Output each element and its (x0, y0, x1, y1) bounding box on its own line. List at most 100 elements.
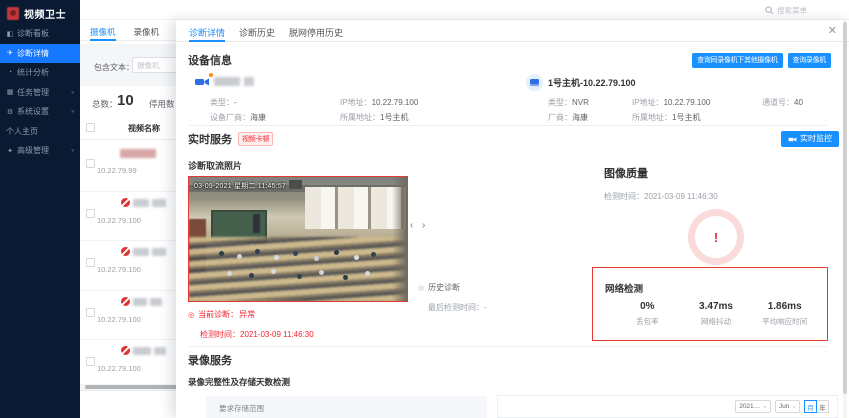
sidebar-nav: ◧ 诊断看板 ✈ 诊断详情 ◔ 统计分析 ▦ 任务管理 ∨ ⚙ 系统设置 ∨ 个… (0, 24, 80, 161)
select-all-checkbox[interactable] (86, 123, 95, 132)
brand-shield-icon (7, 7, 19, 20)
statistics-icon: ◔ (5, 69, 15, 76)
storage-range-label: 要求存储范围 (219, 403, 264, 414)
chevron-down-icon: ∨ (71, 148, 75, 153)
sidebar-item-diagnosis-detail[interactable]: ✈ 诊断详情 (0, 44, 80, 64)
sidebar-item-personal-home[interactable]: 个人主页 (0, 122, 80, 142)
nvr-icon (530, 79, 539, 86)
diagnostic-photo[interactable]: 03-09-2021 星期二 11:45:57 (188, 176, 408, 302)
detail-tabs: 诊断详情 诊断历史 脱网停用历史 (176, 20, 849, 42)
camera-host-field: 所属地址：1号主机 (340, 107, 408, 125)
realtime-service-header: 实时服务 视频卡顿 (188, 131, 273, 147)
realtime-service-title: 实时服务 (188, 131, 232, 147)
camera-ip: 10.22.79.100 (97, 265, 141, 274)
sidebar-item-statistics[interactable]: ◔ 统计分析 (0, 63, 80, 83)
avg-response-stat: 1.86ms 平均响应时间 (750, 301, 819, 327)
storage-range-box: 要求存储范围 (206, 396, 487, 418)
camera-ip: 10.22.79.100 (97, 216, 141, 225)
nvr-channel-field: 通道号：40 (762, 92, 803, 110)
device-action-buttons: 查询同录像机下其他摄像机 查询录像机 (692, 53, 831, 68)
device-info-title: 设备信息 (188, 52, 232, 68)
status-dot-icon: ◎ (418, 284, 424, 292)
alert-badge-dot (209, 73, 213, 77)
prev-photo-arrow[interactable]: ‹ (410, 220, 413, 231)
close-icon[interactable]: ✕ (828, 24, 837, 37)
next-photo-arrow[interactable]: › (422, 220, 425, 231)
photo-art-desks (189, 237, 407, 301)
tab-recorder[interactable]: 录像机 (134, 20, 160, 40)
advanced-icon: ✦ (5, 147, 15, 155)
image-quality-title: 图像质量 (604, 165, 648, 181)
photo-art-right-wall (392, 177, 407, 301)
current-diagnosis-row: ◎ 当前诊断：异常 (188, 309, 255, 320)
nvr-host-field: 所属地址：1号主机 (632, 107, 700, 125)
redacted-name (150, 298, 162, 306)
current-detect-time-row: 检测时间：2021-03-09 11:46:30 (200, 324, 314, 342)
settings-gear-icon: ⚙ (5, 108, 15, 116)
tab-diagnosis-detail[interactable]: 诊断详情 (189, 20, 225, 41)
tab-diagnosis-history[interactable]: 诊断历史 (239, 20, 275, 41)
packet-loss-stat: 0% 丢包率 (613, 301, 682, 327)
video-lag-badge: 视频卡顿 (238, 132, 273, 146)
camera-offline-icon (121, 297, 130, 306)
scrollbar-thumb[interactable] (843, 22, 847, 394)
month-select[interactable]: Jun ∨ (775, 400, 800, 413)
month-year-toggle: 月 年 (804, 400, 829, 413)
topbar (80, 0, 849, 20)
sidebar-item-diagnosis-dashboard[interactable]: ◧ 诊断看板 (0, 24, 80, 44)
camera-device-icon (194, 75, 212, 89)
query-same-recorder-button[interactable]: 查询同录像机下其他摄像机 (692, 53, 782, 68)
toggle-month-button[interactable]: 月 (804, 400, 817, 413)
history-diagnosis-row: ◎ 历史诊断 (418, 282, 460, 293)
redacted-camera-name (244, 77, 254, 86)
image-quality-time: 检测时间：2021-03-09 11:46:30 (604, 186, 718, 204)
row-checkbox[interactable] (86, 357, 95, 366)
total-value: 10 (117, 92, 134, 109)
recording-service-title: 录像服务 (188, 352, 232, 368)
menu-search[interactable] (765, 0, 835, 20)
app-logo: 视频卫士 (0, 0, 80, 25)
camera-ip: 10.22.79.99 (97, 166, 137, 175)
redacted-name (152, 248, 166, 256)
camera-offline-icon (121, 247, 130, 256)
live-monitor-button[interactable]: 实时监控 (781, 131, 839, 147)
recording-integrity-subtitle: 录像完整性及存储天数检测 (188, 376, 290, 388)
photo-timestamp: 03-09-2021 星期二 11:45:57 (194, 181, 286, 191)
search-input[interactable] (777, 6, 835, 15)
photo-art-projector (289, 180, 302, 189)
nvr-device-icon (526, 74, 543, 91)
network-stats: 0% 丢包率 3.47ms 网络抖动 1.86ms 平均响应时间 (613, 301, 819, 327)
sidebar-item-task-management[interactable]: ▦ 任务管理 ∨ (0, 83, 80, 103)
sidebar-item-advanced-management[interactable]: ✦ 高级管理 ∨ (0, 141, 80, 161)
row-checkbox[interactable] (86, 159, 95, 168)
camera-ip: 10.22.79.100 (97, 315, 141, 324)
network-detection-title: 网络检测 (605, 281, 643, 295)
date-filter: 2021… ∨ Jun ∨ 月 年 (735, 400, 829, 413)
contains-text-label: 包含文本： (94, 62, 134, 73)
chevron-down-icon: ∨ (763, 404, 767, 409)
diagnosis-detail-icon: ✈ (5, 49, 15, 57)
sidebar-item-system-settings[interactable]: ⚙ 系统设置 ∨ (0, 102, 80, 122)
toggle-year-button[interactable]: 年 (816, 400, 829, 413)
tab-offline-disable-history[interactable]: 脱网停用历史 (289, 20, 343, 41)
current-detect-time: 2021-03-09 11:46:30 (240, 330, 314, 339)
task-icon: ▦ (5, 88, 15, 96)
diagnosis-detail-panel: 诊断详情 诊断历史 脱网停用历史 ✕ 设备信息 查询同录像机下其他摄像机 查询录… (176, 20, 849, 418)
nvr-name: 1号主机-10.22.79.100 (548, 76, 636, 89)
query-recorder-button[interactable]: 查询录像机 (788, 53, 832, 68)
redacted-name (154, 347, 166, 355)
row-checkbox[interactable] (86, 258, 95, 267)
sidebar: 视频卫士 ◧ 诊断看板 ✈ 诊断详情 ◔ 统计分析 ▦ 任务管理 ∨ ⚙ 系统设… (0, 0, 80, 418)
vertical-scrollbar[interactable] (843, 20, 847, 418)
total-label: 总数： (92, 98, 118, 110)
redacted-name (120, 149, 156, 158)
tab-camera[interactable]: 摄像机 (90, 20, 116, 40)
row-checkbox[interactable] (86, 308, 95, 317)
divider (189, 346, 827, 347)
dashboard-icon: ◧ (5, 30, 15, 38)
row-checkbox[interactable] (86, 209, 95, 218)
redacted-name (133, 248, 149, 256)
divider (189, 125, 827, 126)
redacted-name (133, 298, 147, 306)
year-select[interactable]: 2021… ∨ (735, 400, 771, 413)
